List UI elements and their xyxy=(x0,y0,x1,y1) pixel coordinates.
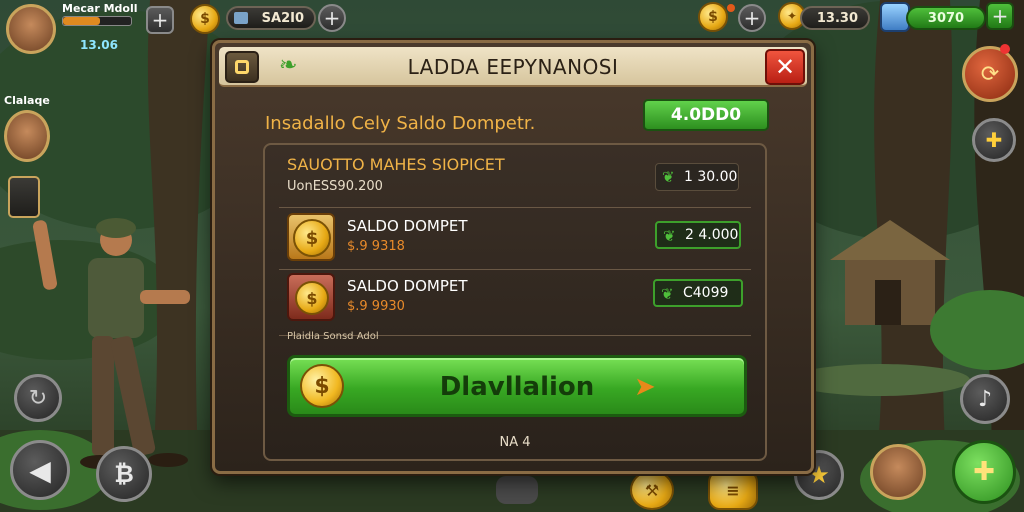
map-button[interactable]: ⟳ xyxy=(962,46,1018,102)
player-level: 13.06 xyxy=(80,38,118,52)
coin-icon: $ xyxy=(295,281,329,315)
section-price-tag[interactable]: ❦ 1 30.00 xyxy=(655,163,739,191)
hero-portrait[interactable] xyxy=(4,110,50,162)
item1-price: 2 4.000 xyxy=(685,227,739,243)
item2-price-tag[interactable]: ❦ C4099 xyxy=(653,279,743,307)
currency1-display: SA2I0 xyxy=(226,6,316,30)
player-avatar[interactable] xyxy=(6,4,56,54)
back-button[interactable]: ◀ xyxy=(10,440,70,500)
activation-button-label: Dlavllalion xyxy=(439,372,595,402)
section-subtitle: UonESS90.200 xyxy=(287,179,383,194)
gold-coin-icon: $ xyxy=(698,2,728,32)
add-gold-button[interactable]: + xyxy=(738,4,766,32)
bottom-coin-icon[interactable]: ⚒ xyxy=(630,470,674,510)
add-xp-button[interactable]: + xyxy=(146,6,174,34)
leaf-icon: ❦ xyxy=(663,227,676,245)
coin-icon: $ xyxy=(190,4,220,34)
close-icon: ✕ xyxy=(774,53,796,81)
add-currency1-button[interactable]: + xyxy=(318,4,346,32)
dialog-header: ❧ LADDA EEPYNANOSI ✕ xyxy=(219,47,807,87)
leaf-icon: ❦ xyxy=(661,285,674,303)
character-button[interactable] xyxy=(870,444,926,500)
map-icon: ⟳ xyxy=(980,61,1000,87)
xp-bar-fill xyxy=(63,17,101,25)
item1-label: SALDO DOMPET xyxy=(347,217,468,235)
item2-price: C4099 xyxy=(683,285,729,301)
wallet-panel: SAUOTTO MAHES SIOPICET UonESS90.200 ❦ 1 … xyxy=(263,143,767,461)
dialog-subtitle: Insadallo Cely Saldo Dompetr. xyxy=(265,113,536,134)
bitcoin-icon: ₿ xyxy=(114,459,134,488)
star-icon: ✚ xyxy=(985,128,1003,152)
currency1-value: SA2I0 xyxy=(261,10,304,26)
spin-button[interactable]: ↻ xyxy=(14,374,62,422)
alert-dot xyxy=(1000,44,1010,54)
wallet-dialog: ❧ LADDA EEPYNANOSI ✕ Insadallo Cely Sald… xyxy=(212,40,814,474)
notification-dot xyxy=(727,4,735,12)
shop-button[interactable]: ✚ xyxy=(952,440,1016,504)
item1-price-tag[interactable]: ❦ 2 4.000 xyxy=(655,221,741,249)
footer-note: Plaidla Sonsd Adol xyxy=(287,331,379,342)
quest-scroll-button[interactable] xyxy=(8,176,40,218)
currency2-display: 13.30 xyxy=(800,6,870,30)
currency2-value: 13.30 xyxy=(816,10,858,26)
coin-item-icon: $ xyxy=(287,213,335,261)
back-arrow-icon: ◀ xyxy=(29,453,51,487)
close-button[interactable]: ✕ xyxy=(765,49,805,85)
divider xyxy=(279,207,751,208)
currency3-display: 3070 xyxy=(906,6,986,30)
shop-icon: ✚ xyxy=(973,457,995,487)
section-price: 1 30.00 xyxy=(684,169,738,185)
rock-icon xyxy=(496,476,538,504)
divider xyxy=(279,269,751,270)
side-label: Clalaqe xyxy=(4,94,50,107)
item1-sub: $.9 9318 xyxy=(347,239,405,254)
activation-button[interactable]: $ Dlavllalion ➤ xyxy=(287,355,747,417)
bitcoin-button[interactable]: ₿ xyxy=(96,446,152,502)
ticket-icon xyxy=(234,12,248,24)
page-indicator: NA 4 xyxy=(499,435,531,450)
currency3-value: 3070 xyxy=(927,10,965,26)
spin-icon: ↻ xyxy=(28,385,48,411)
section-title: SAUOTTO MAHES SIOPICET xyxy=(287,155,505,174)
xp-bar xyxy=(62,16,132,26)
item2-label: SALDO DOMPET xyxy=(347,277,468,295)
skill-button[interactable]: ♪ xyxy=(960,374,1010,424)
add-currency3-button[interactable]: + xyxy=(986,2,1014,30)
leaf-icon: ❦ xyxy=(662,168,675,186)
bottom-gold-icon[interactable]: ≡ xyxy=(708,470,758,510)
bonus-button[interactable]: ✚ xyxy=(972,118,1016,162)
coin-icon: $ xyxy=(293,219,331,257)
balance-badge: 4.0DD0 xyxy=(643,99,769,131)
coin-bag-item-icon: $ xyxy=(287,273,335,321)
skill-icon: ♪ xyxy=(977,386,993,412)
cursor-icon: ➤ xyxy=(634,372,656,402)
player-name: Mecar Mdoll xyxy=(62,2,138,15)
item2-sub: $.9 9930 xyxy=(347,299,405,314)
dialog-title: LADDA EEPYNANOSI xyxy=(407,55,619,79)
